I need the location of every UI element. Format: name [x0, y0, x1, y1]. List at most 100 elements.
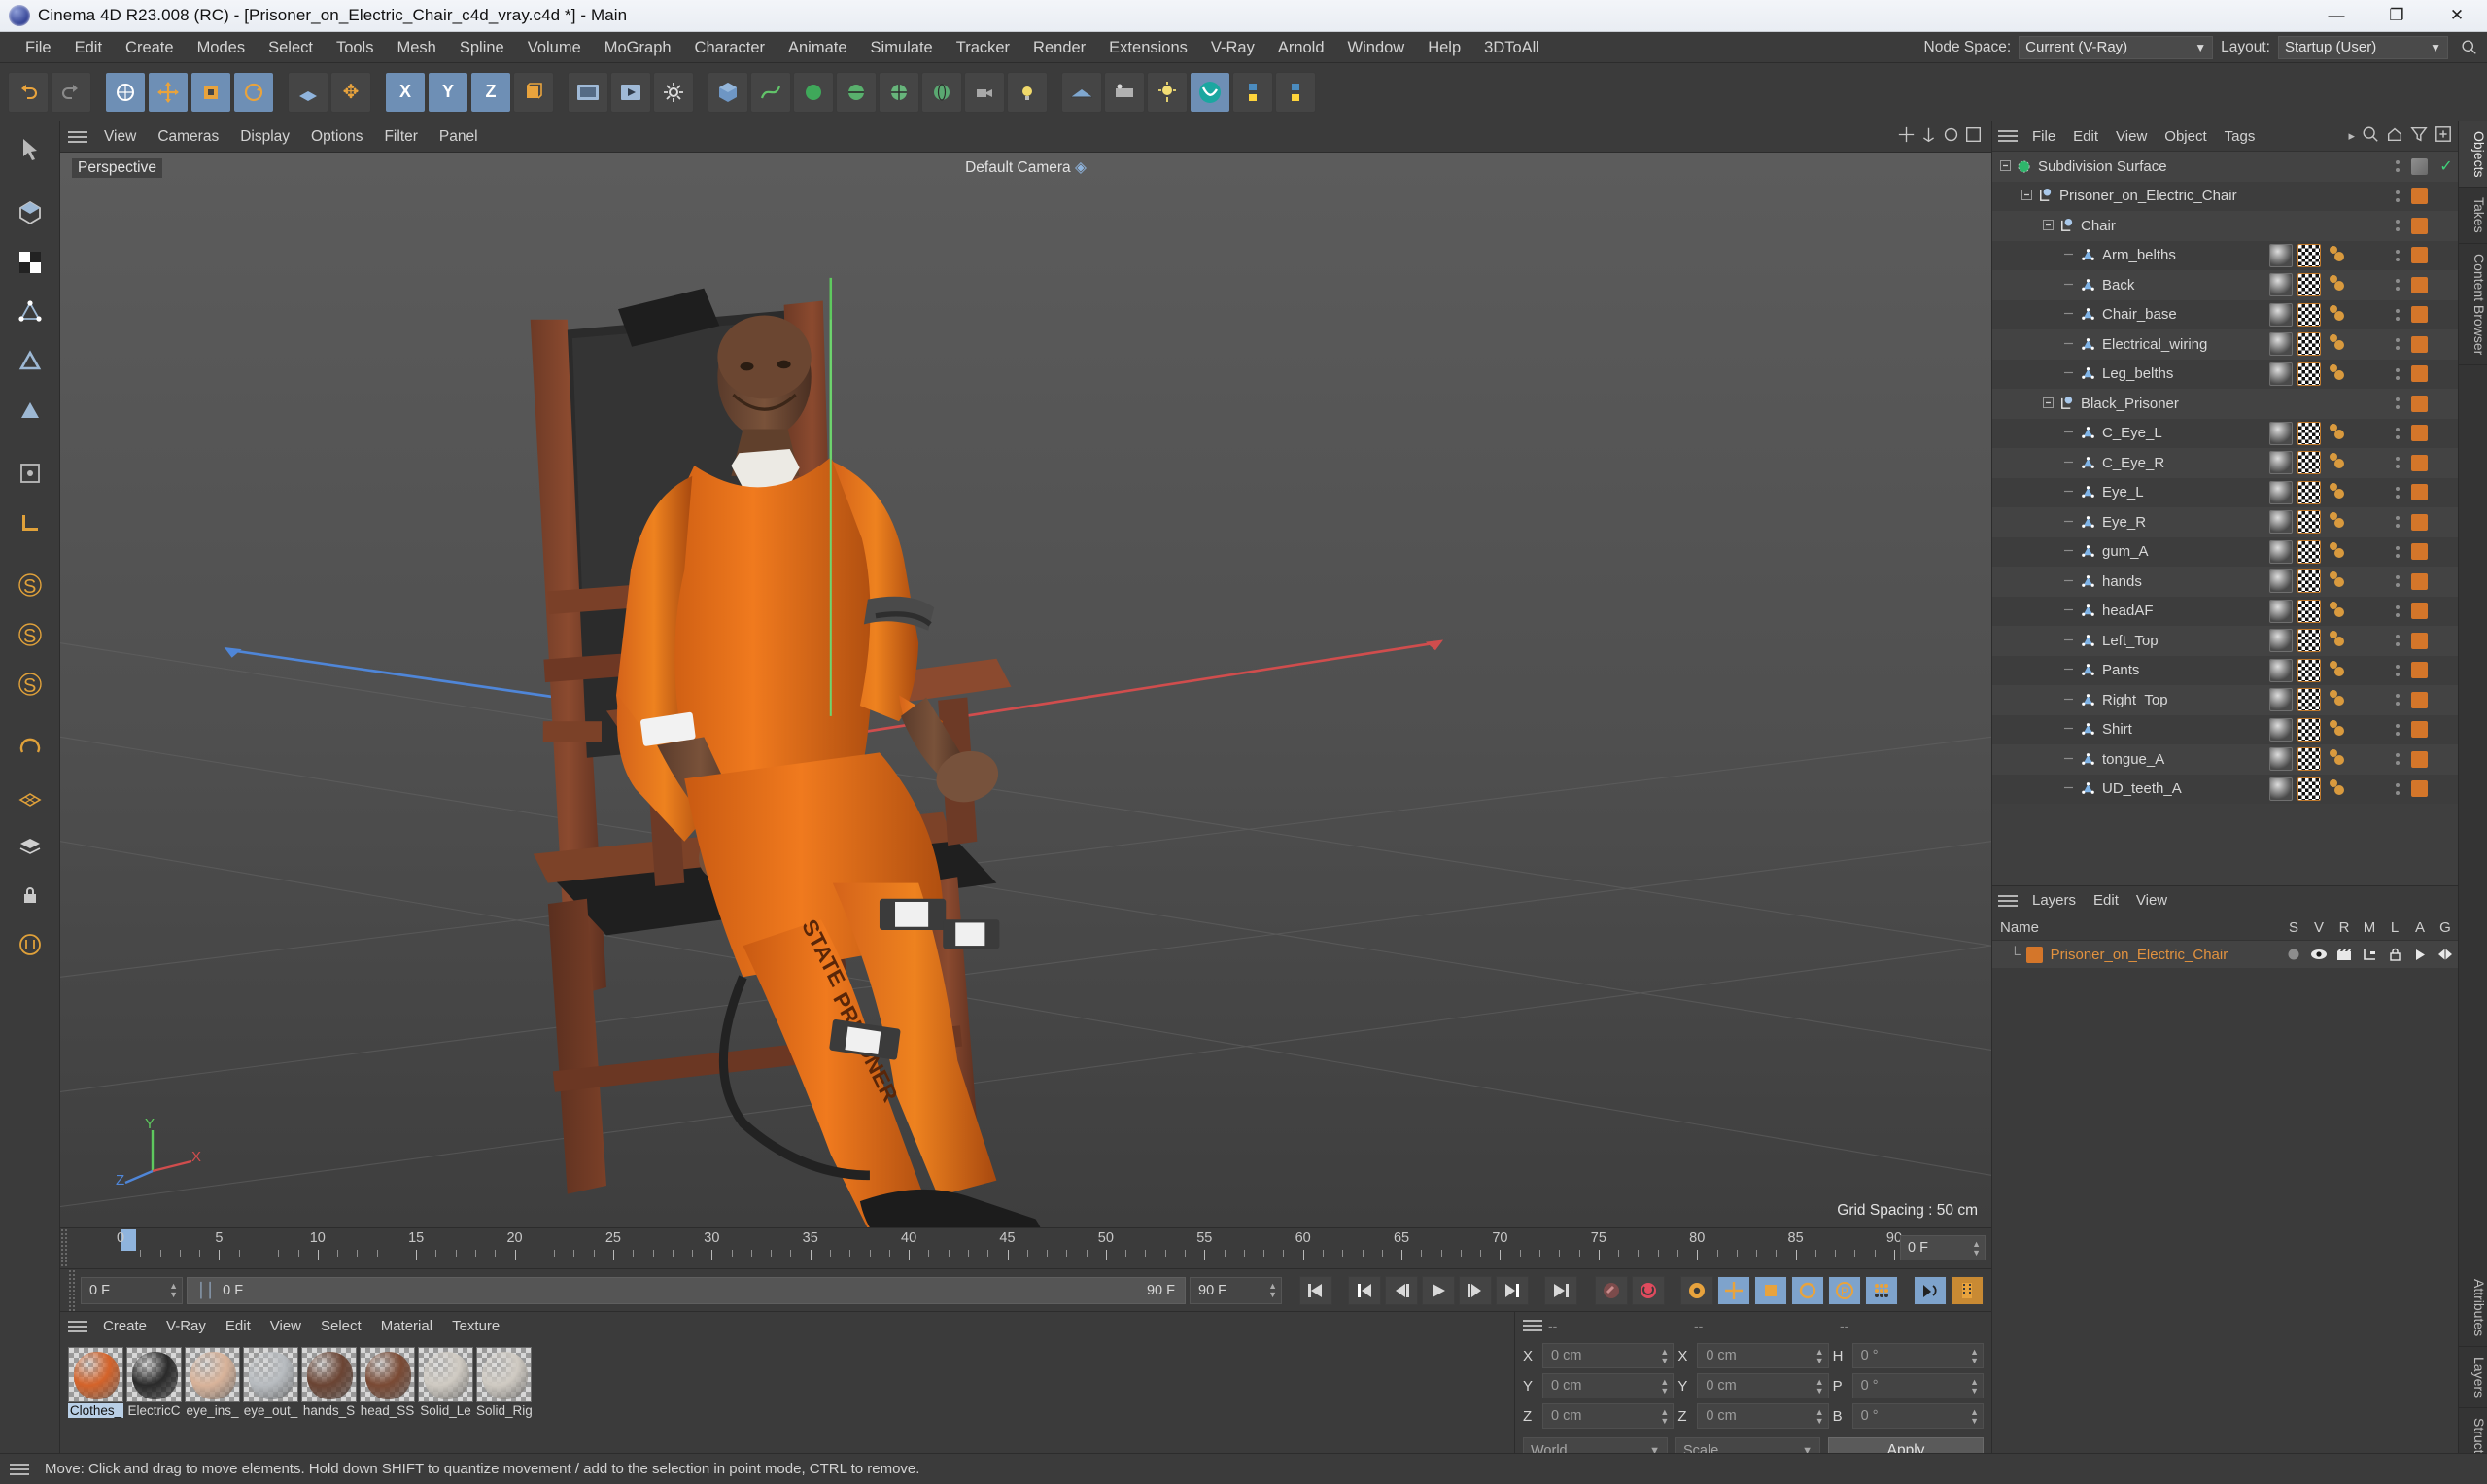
tab-layers[interactable]: Layers — [2459, 1347, 2487, 1409]
material-tag-icon[interactable] — [2269, 629, 2293, 653]
menu-window[interactable]: Window — [1336, 32, 1417, 63]
object-menu-object[interactable]: Object — [2156, 121, 2215, 152]
object-tree-row[interactable]: tongue_A — [1992, 744, 2458, 775]
visibility-dots-icon[interactable] — [2392, 397, 2403, 410]
object-menu-edit[interactable]: Edit — [2064, 121, 2107, 152]
lock-y-axis-button[interactable]: Y — [428, 71, 468, 113]
object-tree-row[interactable]: C_Eye_R — [1992, 448, 2458, 478]
layer-color-swatch[interactable] — [2403, 572, 2435, 590]
layer-color-swatch[interactable] — [2403, 365, 2435, 383]
snap-settings-button[interactable]: S — [9, 611, 52, 658]
uvw-tag-icon[interactable] — [2297, 747, 2321, 772]
add-camera-button[interactable] — [964, 71, 1005, 113]
object-menu-view[interactable]: View — [2107, 121, 2156, 152]
layer-column-m[interactable]: M — [2357, 919, 2382, 936]
object-tags[interactable] — [2265, 509, 2392, 535]
visibility-dots-icon[interactable] — [2392, 457, 2403, 469]
object-tree-row[interactable]: Pants — [1992, 655, 2458, 685]
phong-tag-icon[interactable] — [2326, 569, 2347, 594]
expand-collapse-icon[interactable] — [2000, 158, 2011, 175]
add-light-button[interactable] — [1007, 71, 1048, 113]
uvw-tag-icon[interactable] — [2297, 362, 2321, 386]
render-view-button[interactable] — [568, 71, 608, 113]
layer-color-swatch[interactable] — [2403, 335, 2435, 353]
manager-toggle-icon[interactable] — [2357, 948, 2382, 961]
viewport-menu-view[interactable]: View — [93, 121, 147, 153]
layer-color-swatch[interactable] — [2403, 484, 2435, 501]
animation-toggle-icon[interactable] — [2407, 949, 2433, 961]
spinner-icon[interactable]: ▲ ▼ — [1970, 1348, 1979, 1365]
material-preview[interactable] — [476, 1347, 532, 1402]
menu-create[interactable]: Create — [114, 32, 186, 63]
grid-button[interactable] — [9, 773, 52, 819]
film-strip-button[interactable] — [1951, 1275, 1984, 1305]
layer-color-swatch[interactable] — [2403, 662, 2435, 679]
layer-color-swatch[interactable] — [2403, 513, 2435, 531]
spinner-icon[interactable]: ▲ ▼ — [169, 1281, 178, 1299]
lock-z-axis-button[interactable]: Z — [470, 71, 511, 113]
select-tool-button[interactable] — [105, 71, 146, 113]
object-tags[interactable] — [2265, 331, 2392, 357]
layer-row[interactable]: └ Prisoner_on_Electric_Chair — [1992, 941, 2458, 968]
rotation-b-field[interactable]: 0 ° ▲ ▼ — [1851, 1403, 1984, 1429]
layer-hamburger-icon[interactable] — [1998, 895, 2018, 907]
visibility-dots-icon[interactable] — [2392, 694, 2403, 707]
material-menu-v-ray[interactable]: V-Ray — [156, 1312, 216, 1341]
uvw-tag-icon[interactable] — [2297, 273, 2321, 297]
object-tags[interactable] — [2265, 272, 2392, 297]
quantize-button[interactable]: S — [9, 661, 52, 707]
add-spline-generator-button[interactable] — [836, 71, 877, 113]
timeline-ruler[interactable]: 0 5 10 15 20 25 30 35 40 45 50 55 60 65 70 75 80 85 90 0 F… — [60, 1227, 1991, 1268]
menu-tools[interactable]: Tools — [325, 32, 386, 63]
object-tree-row[interactable]: Prisoner_on_Electric_Chair — [1992, 181, 2458, 211]
layer-color-swatch[interactable] — [2403, 780, 2435, 798]
object-tags[interactable] — [2265, 777, 2392, 802]
phong-tag-icon[interactable] — [2326, 539, 2347, 565]
undo-button[interactable] — [8, 71, 49, 113]
viewport-menu-display[interactable]: Display — [229, 121, 300, 153]
enabled-check-icon[interactable]: ✓ — [2435, 156, 2458, 176]
phong-tag-icon[interactable] — [2326, 421, 2347, 446]
phong-tag-icon[interactable] — [2326, 509, 2347, 535]
rotation-key-button[interactable] — [1791, 1275, 1824, 1305]
object-tags[interactable] — [2265, 717, 2392, 742]
menu-render[interactable]: Render — [1021, 32, 1097, 63]
layer-menu-layers[interactable]: Layers — [2023, 886, 2085, 915]
redo-button[interactable] — [51, 71, 91, 113]
phong-tag-icon[interactable] — [2326, 599, 2347, 624]
tab-attributes[interactable]: Attributes — [2459, 1269, 2487, 1348]
material-tag-icon[interactable] — [2269, 599, 2293, 623]
layer-color-swatch[interactable] — [2403, 691, 2435, 708]
phong-tag-icon[interactable] — [2326, 362, 2347, 387]
max-frame-field[interactable]: 90 F ▲ ▼ — [1190, 1276, 1282, 1304]
material-tag-icon[interactable] — [2269, 421, 2293, 445]
material-menu-select[interactable]: Select — [311, 1312, 371, 1341]
uvw-tag-icon[interactable] — [2297, 688, 2321, 712]
menu-mesh[interactable]: Mesh — [385, 32, 447, 63]
add-generator-button[interactable] — [793, 71, 834, 113]
rotate-tool-button[interactable] — [233, 71, 274, 113]
menu-v-ray[interactable]: V-Ray — [1199, 32, 1266, 63]
points-mode-button[interactable] — [9, 289, 52, 335]
phong-tag-icon[interactable] — [2326, 777, 2347, 802]
spinner-icon[interactable]: ▲ ▼ — [1660, 1348, 1669, 1365]
material-tag-icon[interactable] — [2269, 480, 2293, 504]
spinner-icon[interactable]: ▲ ▼ — [1970, 1378, 1979, 1396]
phong-tag-icon[interactable] — [2326, 480, 2347, 505]
material-tag-icon[interactable] — [2269, 569, 2293, 594]
object-tags[interactable] — [2265, 421, 2392, 446]
selection-mode-icon[interactable] — [9, 127, 52, 174]
object-tree-row[interactable]: gum_A — [1992, 536, 2458, 567]
material-menu-view[interactable]: View — [260, 1312, 311, 1341]
record-active-objects-button[interactable] — [1595, 1275, 1628, 1305]
material-item[interactable]: Solid_Rig — [476, 1347, 532, 1418]
layer-column-v[interactable]: V — [2306, 919, 2332, 936]
object-tags[interactable] — [2265, 746, 2392, 772]
add-environment-button[interactable] — [921, 71, 962, 113]
layer-color-swatch[interactable] — [2403, 247, 2435, 264]
object-tree-row[interactable]: Arm_belths — [1992, 240, 2458, 270]
minimize-button[interactable]: — — [2306, 0, 2366, 31]
phong-tag-icon[interactable] — [2326, 302, 2347, 328]
expand-collapse-icon[interactable] — [2043, 218, 2054, 234]
model-mode-button[interactable] — [9, 190, 52, 236]
